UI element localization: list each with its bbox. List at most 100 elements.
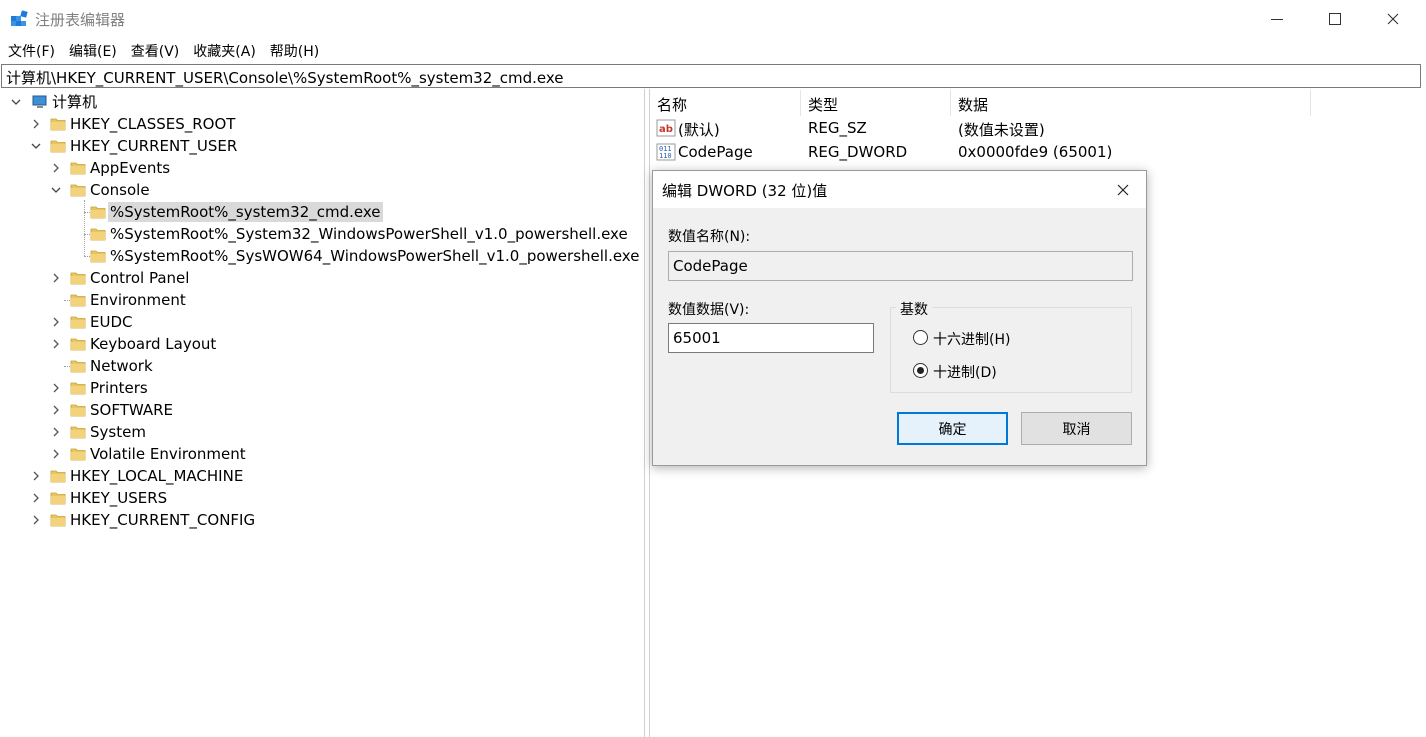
maximize-button[interactable]	[1306, 0, 1364, 38]
tree-item[interactable]: HKEY_CURRENT_USER	[2, 135, 642, 157]
minimize-icon	[1271, 18, 1283, 20]
folder-icon	[70, 425, 86, 439]
folder-icon	[70, 161, 86, 175]
dialog-title-bar: 编辑 DWORD (32 位)值	[653, 171, 1146, 208]
chevron-down-icon[interactable]	[50, 184, 62, 196]
chevron-right-icon[interactable]	[50, 338, 62, 350]
tree-label: %SystemRoot%_system32_cmd.exe	[108, 202, 383, 222]
tree-item[interactable]: HKEY_USERS	[2, 487, 642, 509]
folder-icon	[90, 227, 106, 241]
tree-item[interactable]: Environment	[2, 289, 642, 311]
chevron-down-icon[interactable]	[10, 96, 22, 108]
tree-item[interactable]: Keyboard Layout	[2, 333, 642, 355]
tree-item[interactable]: Network	[2, 355, 642, 377]
tree-label: HKEY_CURRENT_CONFIG	[70, 511, 256, 529]
regedit-app-icon	[10, 10, 28, 28]
tree-label: HKEY_LOCAL_MACHINE	[70, 467, 244, 485]
tree-label: HKEY_USERS	[70, 489, 168, 507]
computer-icon	[32, 94, 48, 114]
tree-item[interactable]: Volatile Environment	[2, 443, 642, 465]
minimize-button[interactable]	[1248, 0, 1306, 38]
tree-label: System	[90, 423, 146, 441]
tree-label: Control Panel	[90, 269, 190, 287]
tree-item[interactable]: %SystemRoot%_SysWOW64_WindowsPowerShell_…	[2, 245, 642, 267]
column-header-type[interactable]: 类型	[801, 90, 951, 116]
value-row[interactable]: 011 110 CodePage REG_DWORD 0x0000fde9 (65…	[650, 141, 1426, 165]
tree-item[interactable]: Printers	[2, 377, 642, 399]
hex-radio-label[interactable]: 十六进制(H)	[933, 329, 1010, 349]
value-data-input[interactable]: 65001	[668, 323, 874, 353]
chevron-right-icon[interactable]	[50, 272, 62, 284]
tree-item[interactable]: Control Panel	[2, 267, 642, 289]
close-button[interactable]	[1364, 0, 1422, 38]
tree-item[interactable]: %SystemRoot%_System32_WindowsPowerShell_…	[2, 223, 642, 245]
tree-label: Volatile Environment	[90, 445, 246, 463]
close-icon	[1387, 13, 1399, 25]
address-bar[interactable]: 计算机\HKEY_CURRENT_USER\Console\%SystemRoo…	[1, 64, 1421, 88]
chevron-right-icon[interactable]	[50, 382, 62, 394]
dialog-close-button[interactable]	[1108, 176, 1138, 204]
chevron-right-icon[interactable]	[50, 316, 62, 328]
tree-label: 计算机	[52, 93, 98, 111]
value-name: CodePage	[678, 143, 753, 161]
chevron-down-icon[interactable]	[30, 140, 42, 152]
tree-item[interactable]: HKEY_LOCAL_MACHINE	[2, 465, 642, 487]
binary-value-icon: 011 110	[656, 143, 676, 161]
tree-label: Console	[90, 181, 150, 199]
title-bar: 注册表编辑器	[0, 0, 1426, 38]
decimal-radio[interactable]	[913, 363, 928, 378]
cancel-button[interactable]: 取消	[1021, 412, 1132, 445]
folder-icon	[50, 513, 66, 527]
tree-label: Printers	[90, 379, 148, 397]
menu-favorites[interactable]: 收藏夹(A)	[185, 39, 262, 61]
tree-item[interactable]: AppEvents	[2, 157, 642, 179]
chevron-right-icon[interactable]	[30, 514, 42, 526]
ok-button[interactable]: 确定	[897, 412, 1008, 445]
tree-label: %SystemRoot%_System32_WindowsPowerShell_…	[110, 225, 628, 243]
menu-help[interactable]: 帮助(H)	[262, 39, 325, 61]
menu-view[interactable]: 查看(V)	[123, 39, 186, 61]
menu-bar: 文件(F) 编辑(E) 查看(V) 收藏夹(A) 帮助(H)	[0, 39, 325, 61]
chevron-right-icon[interactable]	[30, 118, 42, 130]
value-name-field[interactable]: CodePage	[668, 251, 1133, 281]
chevron-right-icon[interactable]	[50, 426, 62, 438]
folder-icon	[70, 337, 86, 351]
tree-item[interactable]: HKEY_CURRENT_CONFIG	[2, 509, 642, 531]
folder-icon	[50, 491, 66, 505]
column-header-name[interactable]: 名称	[650, 90, 801, 116]
tree-item[interactable]: Console	[2, 179, 642, 201]
decimal-radio-label[interactable]: 十进制(D)	[933, 362, 997, 382]
tree-item[interactable]: EUDC	[2, 311, 642, 333]
chevron-right-icon[interactable]	[50, 404, 62, 416]
folder-icon	[70, 403, 86, 417]
window-title: 注册表编辑器	[35, 11, 126, 29]
value-name-label: 数值名称(N):	[668, 229, 751, 245]
menu-edit[interactable]: 编辑(E)	[61, 39, 123, 61]
folder-icon	[70, 315, 86, 329]
chevron-right-icon[interactable]	[30, 492, 42, 504]
value-row[interactable]: ab (默认) REG_SZ (数值未设置)	[650, 117, 1426, 141]
chevron-right-icon[interactable]	[50, 162, 62, 174]
menu-file[interactable]: 文件(F)	[0, 39, 61, 61]
chevron-right-icon[interactable]	[30, 470, 42, 482]
edit-dword-dialog: 编辑 DWORD (32 位)值 数值名称(N): CodePage 数值数据(…	[652, 170, 1147, 466]
column-header-data[interactable]: 数据	[951, 90, 1311, 116]
registry-tree[interactable]: 计算机 HKEY_CLASSES_ROOT HKEY_CURRENT_USER Ap…	[2, 90, 644, 737]
tree-item[interactable]: SOFTWARE	[2, 399, 642, 421]
tree-item[interactable]: %SystemRoot%_system32_cmd.exe	[2, 201, 642, 223]
folder-icon	[90, 249, 106, 263]
value-name: (默认)	[678, 121, 720, 139]
chevron-right-icon[interactable]	[50, 448, 62, 460]
folder-icon	[70, 271, 86, 285]
tree-item[interactable]: System	[2, 421, 642, 443]
hex-radio[interactable]	[913, 330, 928, 345]
value-type: REG_DWORD	[808, 143, 908, 161]
tree-item-computer[interactable]: 计算机	[2, 91, 642, 113]
folder-icon	[50, 469, 66, 483]
folder-icon	[90, 205, 106, 219]
svg-text:110: 110	[659, 152, 672, 160]
tree-item[interactable]: HKEY_CLASSES_ROOT	[2, 113, 642, 135]
tree-label: Keyboard Layout	[90, 335, 217, 353]
tree-label: Network	[90, 357, 153, 375]
tree-label: %SystemRoot%_SysWOW64_WindowsPowerShell_…	[110, 247, 640, 265]
